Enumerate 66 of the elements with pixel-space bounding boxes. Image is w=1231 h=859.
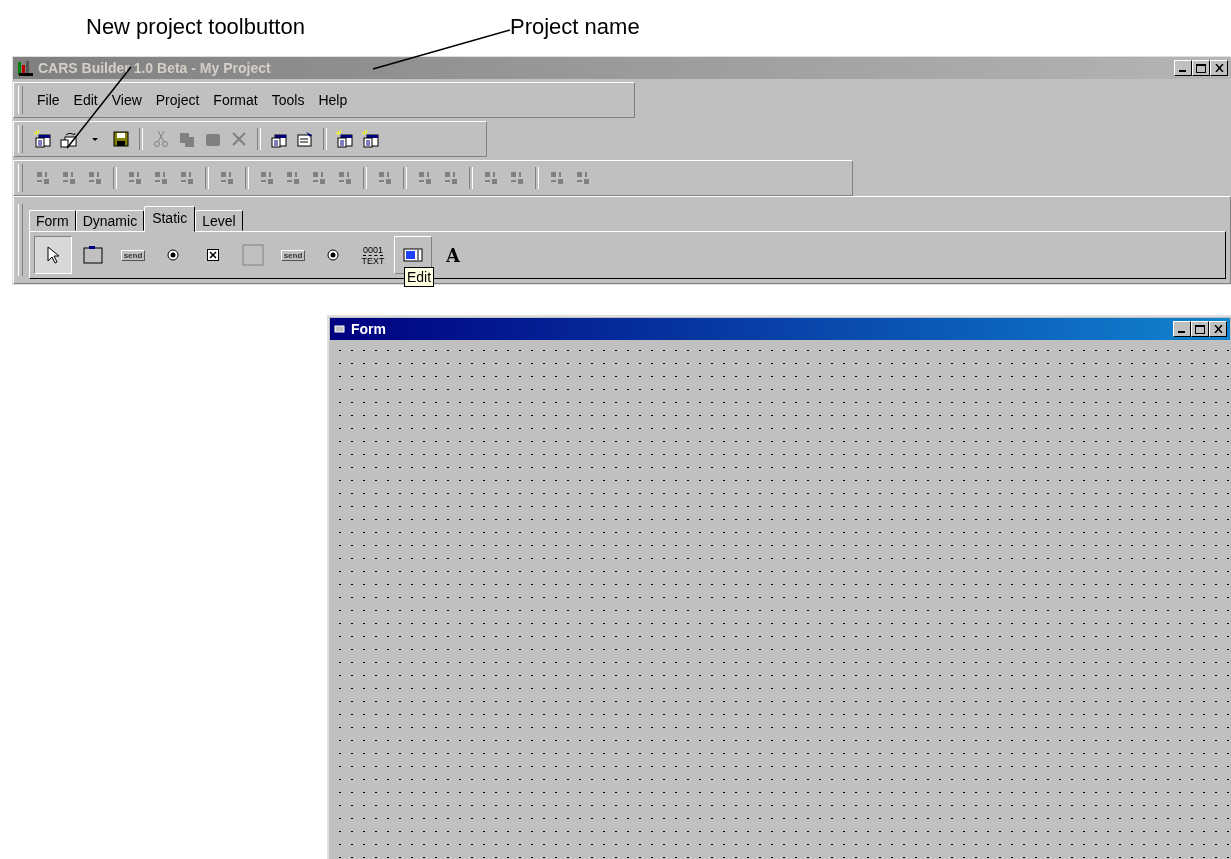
- align-icon: [34, 169, 52, 187]
- align-icon: [574, 169, 592, 187]
- close-button[interactable]: [1210, 60, 1228, 76]
- maximize-icon: [1196, 63, 1206, 73]
- copy-icon: [178, 130, 196, 148]
- panel-icon: [242, 244, 264, 266]
- palette-tab[interactable]: Level: [195, 210, 243, 231]
- tooltip: Edit: [404, 267, 435, 287]
- form-title: Form: [351, 321, 387, 337]
- cut-icon: [152, 130, 170, 148]
- maximize-button[interactable]: [1192, 60, 1210, 76]
- menu-item[interactable]: Tools: [265, 90, 311, 110]
- radio-icon: [327, 249, 339, 261]
- window-menu-icon[interactable]: [333, 324, 347, 334]
- new-project-icon: [34, 130, 52, 148]
- dropdown-arrow-icon: [92, 137, 98, 141]
- palette-tab[interactable]: Dynamic: [75, 210, 145, 231]
- annotation-label: New project toolbutton: [86, 14, 305, 40]
- menu-item[interactable]: File: [31, 90, 66, 110]
- new-form-icon: [336, 130, 354, 148]
- menu-item[interactable]: View: [105, 90, 148, 110]
- align-icon: [258, 169, 276, 187]
- align-icon: [86, 169, 104, 187]
- menu-item[interactable]: Help: [312, 90, 354, 110]
- edit-field-icon: [403, 247, 423, 263]
- new-grid-icon: [362, 130, 380, 148]
- send-button-sample: send: [120, 249, 146, 261]
- align-icon: [126, 169, 144, 187]
- align-icon: [508, 169, 526, 187]
- minimize-button[interactable]: [1174, 60, 1192, 76]
- align-icon: [482, 169, 500, 187]
- align-icon: [218, 169, 236, 187]
- align-icon: [178, 169, 196, 187]
- label-tool-icon: A: [446, 244, 460, 266]
- close-icon: [1214, 64, 1224, 72]
- annotation-label: Project name: [510, 14, 640, 40]
- menu-item[interactable]: Project: [149, 90, 206, 110]
- align-icon: [548, 169, 566, 187]
- maximize-button[interactable]: [1191, 321, 1209, 337]
- align-icon: [336, 169, 354, 187]
- align-icon: [284, 169, 302, 187]
- align-icon: [416, 169, 434, 187]
- save-icon: [112, 130, 130, 148]
- close-button[interactable]: [1209, 321, 1227, 337]
- delete-icon: [230, 130, 248, 148]
- radio-icon: [167, 249, 179, 261]
- align-icon: [60, 169, 78, 187]
- align-icon: [310, 169, 328, 187]
- properties-icon: [296, 130, 314, 148]
- align-icon: [376, 169, 394, 187]
- menu-item[interactable]: Format: [207, 90, 264, 110]
- align-icon: [442, 169, 460, 187]
- menu-item[interactable]: Edit: [67, 90, 104, 110]
- palette-tab[interactable]: Form: [29, 210, 76, 231]
- open-icon: [60, 130, 78, 148]
- send-button-sample: send: [280, 249, 306, 261]
- minimize-button[interactable]: [1173, 321, 1191, 337]
- window-title: CARS Builder 1.0 Beta - My Project: [38, 60, 272, 76]
- app-icon: [16, 59, 34, 77]
- frame-icon: [83, 246, 103, 264]
- align-icon: [152, 169, 170, 187]
- pointer-icon: [46, 246, 60, 264]
- close-icon: [1213, 325, 1223, 333]
- maximize-icon: [1195, 324, 1205, 334]
- checkbox-icon: [207, 249, 219, 261]
- palette-tab[interactable]: Static: [144, 206, 196, 232]
